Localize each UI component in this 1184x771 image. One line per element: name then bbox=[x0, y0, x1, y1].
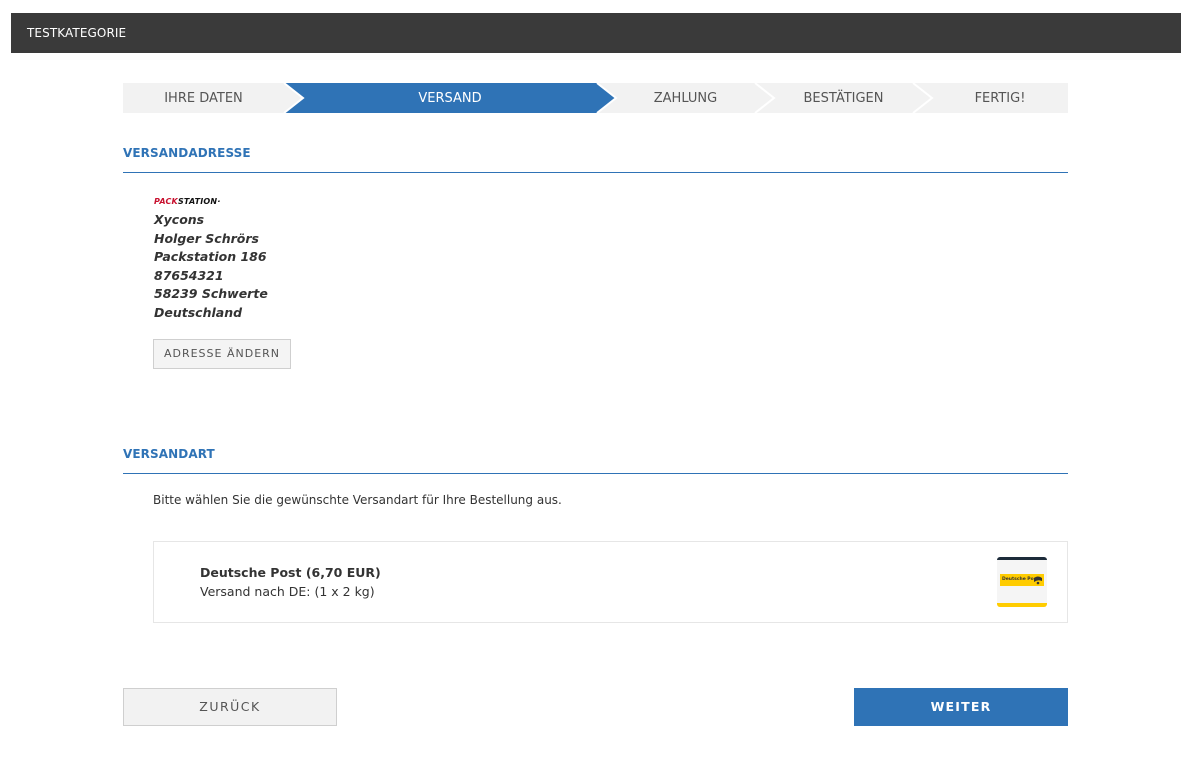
step-zahlung: ZAHLUNG bbox=[653, 91, 718, 106]
packstation-logo-icon: PACKSTATION· bbox=[154, 197, 268, 209]
shipping-address-block: PACKSTATION· Xycons Holger Schrörs Packs… bbox=[154, 197, 268, 322]
address-line: 87654321 bbox=[154, 267, 224, 283]
logo-top-strip bbox=[997, 557, 1047, 560]
packstation-logo-red: PACK bbox=[154, 197, 178, 206]
step-separator bbox=[754, 83, 776, 113]
checkout-progress: IHRE DATEN VERSAND ZAHLUNG BESTÄTIGEN FE… bbox=[123, 83, 1068, 113]
address-line: Xycons bbox=[154, 212, 205, 227]
logo-yellow-band: Deutsche Post bbox=[1000, 574, 1044, 586]
address-line: Holger Schrörs bbox=[154, 230, 259, 246]
step-versand[interactable]: VERSAND bbox=[303, 83, 597, 113]
shipping-address-heading: VERSANDADRESSE bbox=[123, 142, 1068, 173]
category-title[interactable]: TESTKATEGORIE bbox=[27, 13, 126, 53]
packstation-logo-mark: · bbox=[217, 197, 221, 206]
shipping-method-heading: VERSANDART bbox=[123, 443, 1068, 474]
step-separator bbox=[912, 83, 934, 113]
shipping-method-title: VERSANDART bbox=[123, 447, 215, 461]
packstation-logo-black: STATION bbox=[177, 197, 218, 206]
logo-bottom-strip bbox=[997, 603, 1047, 607]
address-line: 58239 Schwerte bbox=[154, 286, 268, 301]
address-line: Packstation 186 bbox=[154, 249, 267, 264]
step-fertig: FERTIG! bbox=[974, 91, 1026, 106]
shipping-option-name: Deutsche Post (6,70 EUR) bbox=[200, 565, 381, 580]
step-bestaetigen: BESTÄTIGEN bbox=[803, 91, 884, 106]
next-button[interactable]: WEITER bbox=[854, 688, 1068, 726]
address-line: Deutschland bbox=[154, 304, 243, 320]
shipping-option-description: Versand nach DE: (1 x 2 kg) bbox=[200, 584, 375, 599]
top-bar: TESTKATEGORIE bbox=[11, 13, 1181, 53]
change-address-button[interactable]: ADRESSE ÄNDERN bbox=[153, 339, 291, 369]
step-ihre-daten[interactable]: IHRE DATEN bbox=[123, 83, 284, 113]
back-button[interactable]: ZURÜCK bbox=[123, 688, 337, 726]
shipping-method-intro: Bitte wählen Sie die gewünschte Versanda… bbox=[153, 493, 562, 507]
post-horn-icon bbox=[1034, 576, 1042, 585]
shipping-address-title: VERSANDADRESSE bbox=[123, 146, 251, 160]
deutsche-post-logo-icon: Deutsche Post bbox=[997, 557, 1047, 607]
shipping-option-deutsche-post[interactable]: Deutsche Post (6,70 EUR) Versand nach DE… bbox=[153, 541, 1068, 623]
